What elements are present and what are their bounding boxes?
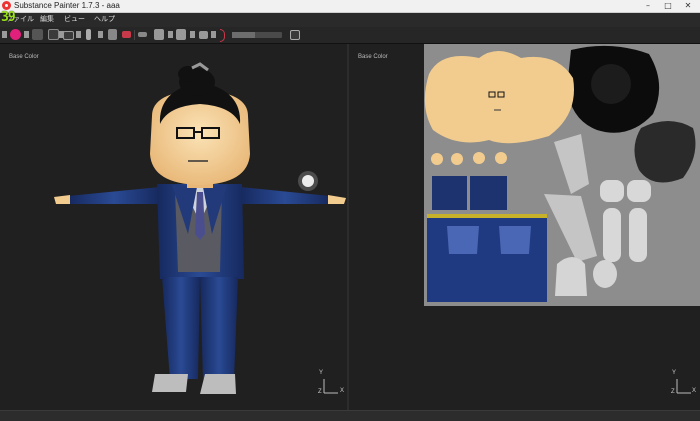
fps-counter: 39 — [1, 10, 16, 25]
menu-view[interactable]: ビュー — [64, 13, 85, 27]
slider-fill — [232, 32, 255, 38]
grid-icon[interactable] — [154, 29, 164, 40]
camera-icon[interactable] — [176, 29, 186, 40]
axis-x-label: X — [340, 388, 345, 394]
minimize-button[interactable]: – — [638, 0, 658, 12]
dropdown-icon[interactable] — [211, 31, 216, 38]
menu-edit[interactable]: 編集 — [40, 13, 54, 27]
2d-uv-viewport[interactable]: Base Color Y X Z — [349, 44, 700, 410]
dropdown-icon[interactable] — [190, 31, 195, 38]
menu-bar: ファイル 編集 ビュー ヘルプ — [0, 13, 700, 27]
status-bar — [0, 410, 700, 421]
close-button[interactable]: ✕ — [678, 0, 698, 12]
expand-icon[interactable] — [98, 31, 103, 38]
3d-viewport[interactable]: Base Color Y X Z — [0, 44, 349, 410]
window-controls: – □ ✕ — [638, 0, 698, 12]
uv-texture-map — [424, 44, 700, 394]
menu-help[interactable]: ヘルプ — [94, 13, 115, 27]
axis-z-label: Z — [318, 389, 322, 395]
toolbar-divider — [134, 30, 135, 40]
refresh-icon[interactable] — [2, 31, 7, 38]
reset-icon[interactable] — [199, 31, 208, 39]
app-logo-icon — [2, 1, 11, 10]
axis-y-label: Y — [672, 370, 677, 376]
fill-icon[interactable] — [63, 31, 74, 40]
mirror-icon[interactable] — [138, 32, 147, 37]
axis-y-label: Y — [319, 370, 324, 376]
toolbar — [0, 27, 700, 44]
pencil-icon[interactable] — [24, 31, 29, 38]
brush-size-icon[interactable] — [220, 29, 225, 42]
settings-icon[interactable] — [76, 31, 81, 38]
character-model — [54, 62, 346, 394]
title-bar: Substance Painter 1.7.3 - aaa – □ ✕ — [0, 0, 700, 13]
eyedropper-icon[interactable] — [86, 29, 91, 40]
eraser-icon[interactable] — [48, 29, 59, 40]
axis-z-label: Z — [671, 389, 675, 395]
brush-size-slider[interactable] — [232, 32, 282, 38]
dropdown-icon[interactable] — [168, 31, 173, 38]
axis-x-label: X — [692, 388, 697, 394]
clone-icon[interactable] — [108, 29, 117, 40]
pencil-tool-icon[interactable] — [32, 29, 43, 40]
paint-brush-icon[interactable] — [10, 29, 21, 40]
window-title: Substance Painter 1.7.3 - aaa — [14, 1, 120, 10]
symmetry-icon[interactable] — [122, 31, 131, 38]
color-picker-icon[interactable] — [290, 30, 300, 40]
maximize-button[interactable]: □ — [658, 0, 678, 12]
